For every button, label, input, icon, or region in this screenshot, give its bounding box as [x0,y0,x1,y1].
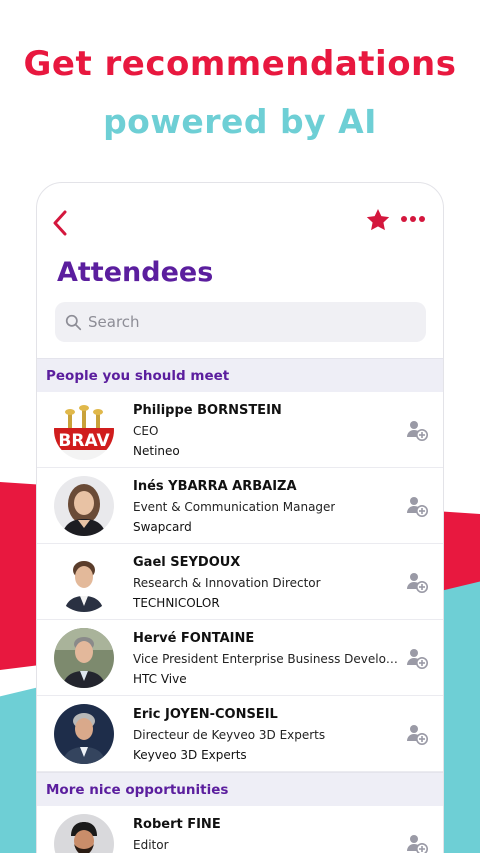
add-contact-icon [407,835,428,853]
avatar [54,628,114,688]
avatar [54,814,114,853]
attendee-title: Directeur de Keyveo 3D Experts [133,728,326,742]
svg-text:BRAV: BRAV [58,431,110,451]
back-button[interactable] [47,209,73,237]
attendee-row[interactable]: Hervé FONTAINE Vice President Enterprise… [37,620,443,696]
attendee-name: Hervé FONTAINE [133,631,255,646]
attendee-company: TECHNICOLOR [133,596,220,610]
attendee-row[interactable]: Inés YBARRA ARBAIZA Event & Communicatio… [37,468,443,544]
attendee-title: Event & Communication Manager [133,500,336,514]
attendee-name: Inés YBARRA ARBAIZA [133,479,297,494]
add-contact-button[interactable] [406,647,428,669]
attendee-company: Keyveo 3D Experts [133,748,247,762]
phone-screen: Attendees People you should meet BRAV [36,182,444,853]
page-title: Attendees [57,257,214,288]
section-header-people-you-should-meet: People you should meet [37,358,443,392]
promo-headline: Get recommendations [23,44,457,84]
top-bar [37,183,443,263]
add-contact-button[interactable] [406,571,428,593]
attendee-title: Vice President Enterprise Business Devel… [133,652,403,666]
avatar [54,704,114,764]
search-icon [65,314,82,330]
search-bar[interactable] [55,302,426,342]
add-contact-icon [407,649,428,669]
chevron-left-icon [53,210,67,236]
attendee-name: Philippe BORNSTEIN [133,403,282,418]
attendee-name: Robert FINE [133,817,221,832]
attendee-name: Gael SEYDOUX [133,555,241,570]
attendee-name: Eric JOYEN-CONSEIL [133,707,278,722]
avatar [54,552,114,612]
add-contact-button[interactable] [406,833,428,853]
more-button[interactable] [401,213,427,225]
attendee-company: HTC Vive [133,672,187,686]
avatar [54,476,114,536]
more-dots-icon [401,216,407,222]
attendee-title: CEO [133,424,159,438]
attendee-row[interactable]: Eric JOYEN-CONSEIL Directeur de Keyveo 3… [37,696,443,772]
add-contact-button[interactable] [406,419,428,441]
star-icon [366,208,390,231]
add-contact-icon [407,497,428,517]
attendee-company: Netineo [133,444,180,458]
add-contact-icon [407,421,428,441]
section-header-more-nice-opportunities: More nice opportunities [37,772,443,806]
search-input[interactable] [88,313,408,331]
add-contact-icon [407,573,428,593]
promo-subheadline: powered by AI [103,102,377,141]
attendee-title: Research & Innovation Director [133,576,321,590]
attendee-title: Editor [133,838,169,852]
favorite-button[interactable] [365,207,391,233]
attendee-row[interactable]: Robert FINE Editor [37,806,443,853]
add-contact-icon [407,725,428,745]
attendee-company: Swapcard [133,520,192,534]
add-contact-button[interactable] [406,723,428,745]
avatar: BRAV [54,400,114,460]
attendee-row[interactable]: BRAV Philippe BORNSTEIN CEO Netineo [37,392,443,468]
attendee-row[interactable]: Gael SEYDOUX Research & Innovation Direc… [37,544,443,620]
add-contact-button[interactable] [406,495,428,517]
